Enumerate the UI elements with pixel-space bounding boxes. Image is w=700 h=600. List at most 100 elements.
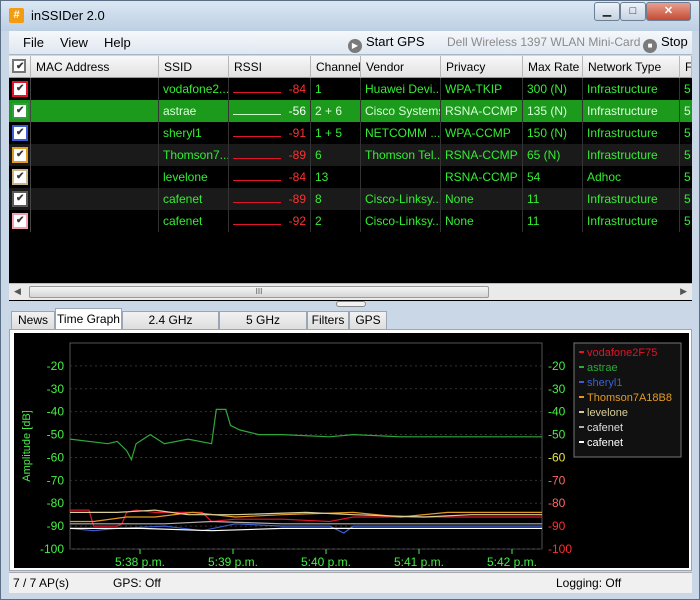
network-table: ✔ MAC Address SSID RSSI Channel Vendor Privac… xyxy=(9,56,692,301)
table-row[interactable]: ✔ sheryl1 -91 1 + 5 NETCOMM ... WPA-CCMP 150 (… xyxy=(9,122,692,144)
check-icon: ✔ xyxy=(16,149,25,160)
rssi-sparkline xyxy=(233,114,281,115)
tab-gps[interactable]: GPS xyxy=(349,311,387,330)
check-icon: ✔ xyxy=(16,105,25,116)
network-type-cell: Infrastructure xyxy=(583,188,680,210)
legend-label: sheryl1 xyxy=(587,377,622,389)
horizontal-scrollbar[interactable]: ◀ III ▶ xyxy=(9,283,692,300)
minimize-button[interactable]: ▁ xyxy=(594,2,620,21)
row-checkbox[interactable]: ✔ xyxy=(12,213,28,229)
row-checkbox[interactable]: ✔ xyxy=(12,169,28,185)
column-header[interactable]: Max Rate xyxy=(523,56,583,78)
row-checkbox[interactable]: ✔ xyxy=(12,147,28,163)
mac-address-cell xyxy=(31,166,159,188)
row-select-cell[interactable]: ✔ xyxy=(9,144,31,166)
y-tick-label-left: -70 xyxy=(47,473,65,487)
select-all-header[interactable]: ✔ xyxy=(9,56,31,78)
network-type-cell: Infrastructure xyxy=(583,210,680,232)
column-header[interactable]: F xyxy=(680,56,692,78)
row-select-cell[interactable]: ✔ xyxy=(9,122,31,144)
y-axis-label: Amplitude [dB] xyxy=(21,410,33,482)
column-header[interactable]: Privacy xyxy=(441,56,523,78)
y-tick-label-left: -20 xyxy=(47,359,65,373)
vendor-cell: Cisco-Linksy... xyxy=(361,188,441,210)
privacy-cell: RSNA-CCMP xyxy=(441,100,523,122)
rssi-cell: -84 xyxy=(229,78,311,100)
channel-cell: 2 + 6 xyxy=(311,100,361,122)
row-select-cell[interactable]: ✔ xyxy=(9,100,31,122)
legend-label: vodafone2F75 xyxy=(587,347,657,359)
privacy-cell: RSNA-CCMP xyxy=(441,166,523,188)
table-row[interactable]: ✔ astrae -56 2 + 6 Cisco Systems RSNA-CCMP 135… xyxy=(9,100,692,122)
column-header[interactable]: Network Type xyxy=(583,56,680,78)
scroll-thumb[interactable]: III xyxy=(29,286,489,298)
scroll-right-icon[interactable]: ▶ xyxy=(680,286,687,297)
privacy-cell: None xyxy=(441,210,523,232)
column-header[interactable]: Vendor xyxy=(361,56,441,78)
tab-filters[interactable]: Filters xyxy=(307,311,349,330)
y-tick-label-left: -80 xyxy=(47,496,65,510)
tab-2-4-ghz-channels[interactable]: 2.4 GHz Channels xyxy=(122,311,219,344)
y-tick-label-left: -50 xyxy=(47,428,65,442)
table-row[interactable]: ✔ cafenet -92 2 Cisco-Linksy... None 11 Infrast… xyxy=(9,210,692,232)
max-rate-cell: 300 (N) xyxy=(523,78,583,100)
vendor-cell: Thomson Tel... xyxy=(361,144,441,166)
x-tick-label: 5:42 p.m. xyxy=(487,555,537,568)
scroll-left-icon[interactable]: ◀ xyxy=(14,286,21,297)
table-row[interactable]: ✔ Thomson7... -89 6 Thomson Tel... RSNA-CCMP 6… xyxy=(9,144,692,166)
rssi-sparkline xyxy=(233,224,281,225)
menu-file[interactable]: File xyxy=(23,35,44,50)
mac-address-cell xyxy=(31,144,159,166)
max-rate-cell: 11 xyxy=(523,210,583,232)
splitter-handle[interactable] xyxy=(336,301,366,307)
tab-time-graph[interactable]: Time Graph xyxy=(55,308,122,330)
rssi-cell: -84 xyxy=(229,166,311,188)
channel-cell: 1 xyxy=(311,78,361,100)
rssi-value: -84 xyxy=(288,82,306,96)
maximize-button[interactable]: □ xyxy=(620,2,646,21)
table-row[interactable]: ✔ vodafone2... -84 1 Huawei Devi... WPA-TKIP 3… xyxy=(9,78,692,100)
menu-help[interactable]: Help xyxy=(104,35,131,50)
rssi-sparkline xyxy=(233,92,281,93)
column-header[interactable]: RSSI xyxy=(229,56,311,78)
row-select-cell[interactable]: ✔ xyxy=(9,210,31,232)
f-cell: 5 xyxy=(684,126,691,140)
column-header[interactable]: MAC Address xyxy=(31,56,159,78)
check-icon: ✔ xyxy=(16,61,25,72)
stop-button[interactable]: ■ Stop xyxy=(643,34,688,53)
check-icon: ✔ xyxy=(16,127,25,138)
legend-label: Thomson7A18B8 xyxy=(587,392,672,404)
y-tick-label-left: -100 xyxy=(40,542,64,556)
rssi-cell: -92 xyxy=(229,210,311,232)
row-checkbox[interactable]: ✔ xyxy=(12,81,28,97)
adapter-selector[interactable]: Dell Wireless 1397 WLAN Mini-Card xyxy=(447,35,640,49)
menu-view[interactable]: View xyxy=(60,35,88,50)
table-row[interactable]: ✔ levelone -84 13 RSNA-CCMP 54 Adhoc 5 xyxy=(9,166,692,188)
row-select-cell[interactable]: ✔ xyxy=(9,166,31,188)
row-checkbox[interactable]: ✔ xyxy=(12,191,28,207)
close-button[interactable]: ✕ xyxy=(646,2,691,21)
row-select-cell[interactable]: ✔ xyxy=(9,78,31,100)
start-gps-button[interactable]: ▶ Start GPS xyxy=(348,34,425,53)
x-tick-label: 5:40 p.m. xyxy=(301,555,351,568)
select-all-checkbox[interactable]: ✔ xyxy=(12,59,26,73)
time-graph-svg: -20 -20 -30 -30 -40 -40 -50 -50 -60 -60 -70 -70 -80 -… xyxy=(21,342,682,569)
max-rate-cell: 65 (N) xyxy=(523,144,583,166)
y-tick-label-right: -30 xyxy=(548,382,566,396)
y-tick-label-right: -100 xyxy=(548,542,572,556)
row-select-cell[interactable]: ✔ xyxy=(9,188,31,210)
row-checkbox[interactable]: ✔ xyxy=(12,125,28,141)
channel-cell: 13 xyxy=(311,166,361,188)
tab-news[interactable]: News xyxy=(11,311,55,330)
column-header[interactable]: SSID xyxy=(159,56,229,78)
privacy-cell: None xyxy=(441,188,523,210)
check-icon: ✔ xyxy=(16,171,25,182)
column-header[interactable]: Channel xyxy=(311,56,361,78)
mac-address-cell xyxy=(31,210,159,232)
tab-strip: NewsTime Graph2.4 GHz Channels5 GHz Chan… xyxy=(9,308,692,344)
table-row[interactable]: ✔ cafenet -89 8 Cisco-Linksy... None 11 Infrast… xyxy=(9,188,692,210)
y-tick-label-right: -70 xyxy=(548,473,566,487)
rssi-value: -84 xyxy=(288,170,306,184)
tab-5-ghz-channels[interactable]: 5 GHz Channels xyxy=(219,311,307,344)
row-checkbox[interactable]: ✔ xyxy=(12,103,28,119)
